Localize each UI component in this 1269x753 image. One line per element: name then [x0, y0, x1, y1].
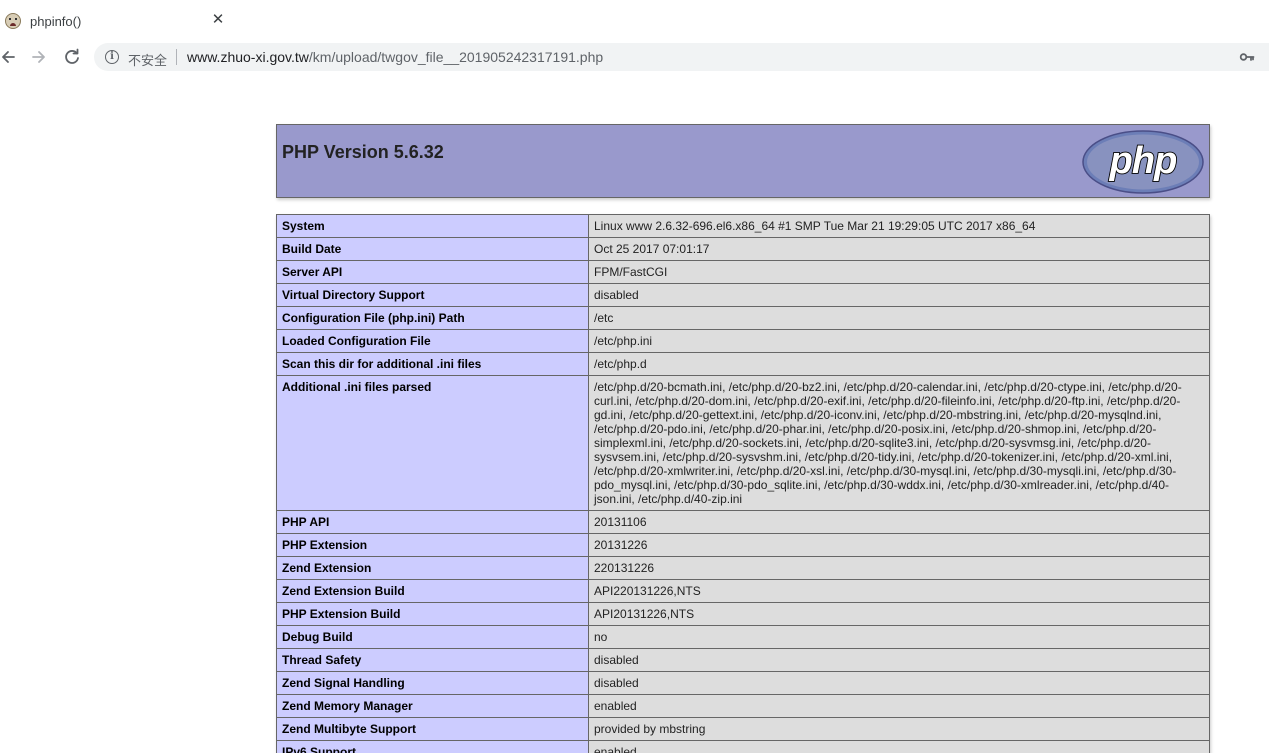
row-value: Oct 25 2017 07:01:17 [588, 237, 1210, 261]
row-value: FPM/FastCGI [588, 260, 1210, 284]
row-key: System [276, 214, 589, 238]
row-key: Virtual Directory Support [276, 283, 589, 307]
row-value: 220131226 [588, 556, 1210, 580]
table-row: Build Date Oct 25 2017 07:01:17 [276, 237, 1210, 261]
row-key: PHP Extension Build [276, 602, 589, 626]
table-row: Scan this dir for additional .ini files /… [276, 352, 1210, 376]
table-row: Virtual Directory Support disabled [276, 283, 1210, 307]
table-row: PHP Extension 20131226 [276, 533, 1210, 557]
row-key: Configuration File (php.ini) Path [276, 306, 589, 330]
info-table: System Linux www 2.6.32-696.el6.x86_64 #1… [276, 214, 1210, 753]
tab-strip: phpinfo() ✕ [0, 0, 1269, 42]
table-row: Zend Extension 220131226 [276, 556, 1210, 580]
row-value: 20131106 [588, 510, 1210, 534]
reload-icon[interactable] [60, 45, 84, 69]
table-row: Zend Signal Handling disabled [276, 671, 1210, 695]
row-value: provided by mbstring [588, 717, 1210, 741]
row-key: Zend Extension Build [276, 579, 589, 603]
table-row: Zend Extension Build API220131226,NTS [276, 579, 1210, 603]
row-key: PHP Extension [276, 533, 589, 557]
php-logo[interactable]: php [1082, 130, 1204, 194]
browser-toolbar: i 不安全 www.zhuo-xi.gov.tw/km/upload/twgov… [0, 42, 1269, 72]
url-host: www.zhuo-xi.gov.tw [187, 49, 309, 65]
table-row: Zend Memory Manager enabled [276, 694, 1210, 718]
browser-tab[interactable]: phpinfo() ✕ [0, 0, 235, 42]
info-icon[interactable]: i [105, 50, 119, 64]
row-key: Zend Extension [276, 556, 589, 580]
row-key: Additional .ini files parsed [276, 375, 589, 511]
table-row: Zend Multibyte Support provided by mbstri… [276, 717, 1210, 741]
row-value: API220131226,NTS [588, 579, 1210, 603]
row-value: 20131226 [588, 533, 1210, 557]
row-key: Zend Memory Manager [276, 694, 589, 718]
row-key: Zend Signal Handling [276, 671, 589, 695]
url-path: /km/upload/twgov_file__201905242317191.p… [308, 49, 604, 65]
table-row: Server API FPM/FastCGI [276, 260, 1210, 284]
row-key: Debug Build [276, 625, 589, 649]
row-value: API20131226,NTS [588, 602, 1210, 626]
favicon-icon [5, 13, 21, 29]
table-row: Thread Safety disabled [276, 648, 1210, 672]
tab-title: phpinfo() [30, 14, 82, 29]
table-row: PHP API 20131106 [276, 510, 1210, 534]
table-row: Additional .ini files parsed/etc/php.d/2… [276, 375, 1210, 511]
page-content: PHP Version 5.6.32 php System Linux www 2… [0, 72, 1269, 753]
table-row: Loaded Configuration File/etc/php.ini [276, 329, 1210, 353]
row-value: disabled [588, 648, 1210, 672]
url-text[interactable]: www.zhuo-xi.gov.tw/km/upload/twgov_file_… [187, 49, 603, 65]
row-key: Server API [276, 260, 589, 284]
row-value: /etc/php.d [588, 352, 1210, 376]
back-arrow-icon[interactable] [0, 45, 22, 69]
row-key: Zend Multibyte Support [276, 717, 589, 741]
table-row: PHP Extension Build API20131226,NTS [276, 602, 1210, 626]
php-logo-text: php [1109, 140, 1177, 182]
php-header: PHP Version 5.6.32 php [276, 124, 1210, 198]
row-value: /etc/php.d/20-bcmath.ini, /etc/php.d/20-… [588, 375, 1210, 511]
row-value: /etc/php.ini [588, 329, 1210, 353]
row-key: IPv6 Support [276, 740, 589, 753]
table-row: Debug Build no [276, 625, 1210, 649]
page-title: PHP Version 5.6.32 [282, 142, 444, 162]
security-label[interactable]: 不安全 [128, 50, 167, 69]
omnibox-divider [176, 49, 177, 65]
row-key: Loaded Configuration File [276, 329, 589, 353]
row-value: Linux www 2.6.32-696.el6.x86_64 #1 SMP T… [588, 214, 1210, 238]
forward-arrow-icon[interactable] [28, 45, 52, 69]
row-key: Scan this dir for additional .ini files [276, 352, 589, 376]
close-icon[interactable]: ✕ [209, 11, 227, 29]
row-value: disabled [588, 283, 1210, 307]
row-key: Thread Safety [276, 648, 589, 672]
row-key: Build Date [276, 237, 589, 261]
row-key: PHP API [276, 510, 589, 534]
key-icon[interactable] [1239, 49, 1255, 65]
row-value: /etc [588, 306, 1210, 330]
row-value: disabled [588, 671, 1210, 695]
address-bar[interactable]: i 不安全 www.zhuo-xi.gov.tw/km/upload/twgov… [94, 43, 1269, 71]
table-row: System Linux www 2.6.32-696.el6.x86_64 #1… [276, 214, 1210, 238]
row-value: no [588, 625, 1210, 649]
row-value: enabled [588, 740, 1210, 753]
table-row: Configuration File (php.ini) Path/etc [276, 306, 1210, 330]
row-value: enabled [588, 694, 1210, 718]
table-row: IPv6 Support enabled [276, 740, 1210, 753]
